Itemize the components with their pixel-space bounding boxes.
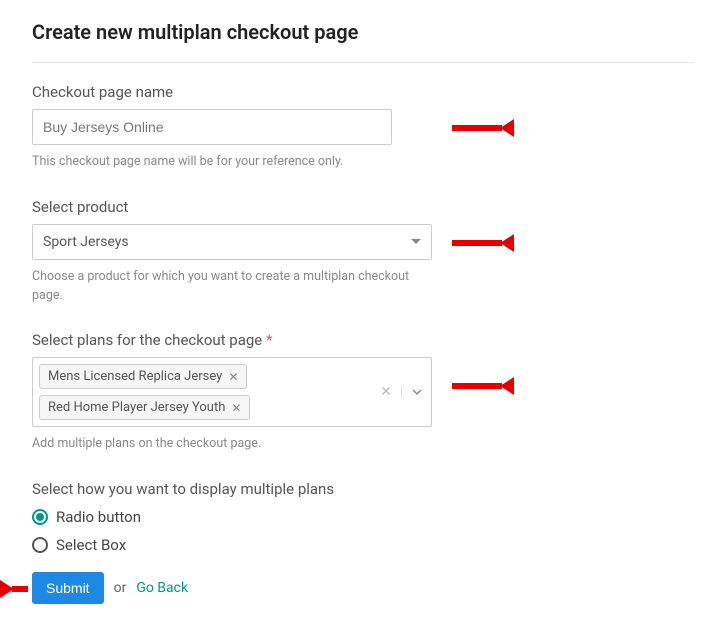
remove-plan-icon[interactable]: ✕ <box>231 402 241 414</box>
plans-label: Select plans for the checkout page * <box>32 331 694 349</box>
remove-plan-icon[interactable]: ✕ <box>228 371 238 383</box>
field-display-mode: Select how you want to display multiple … <box>32 480 694 554</box>
checkout-name-input[interactable] <box>32 109 392 145</box>
arrow-annotation-icon <box>12 586 28 592</box>
divider <box>32 62 694 63</box>
radio-option-label: Select Box <box>56 536 126 554</box>
product-selected-value: Sport Jerseys <box>43 234 129 250</box>
plan-chip-label: Red Home Player Jersey Youth <box>48 400 225 415</box>
plans-dropdown-toggle[interactable] <box>401 386 431 398</box>
radio-icon <box>32 509 48 525</box>
required-asterisk: * <box>266 331 272 349</box>
chevron-down-icon <box>411 386 423 398</box>
arrow-annotation-icon <box>452 240 502 246</box>
arrow-annotation-icon <box>452 125 502 131</box>
radio-option-label: Radio button <box>56 508 141 526</box>
product-label: Select product <box>32 198 694 216</box>
plan-chip-label: Mens Licensed Replica Jersey <box>48 369 222 384</box>
checkout-name-label: Checkout page name <box>32 83 694 101</box>
field-select-plans: Select plans for the checkout page * Men… <box>32 331 694 454</box>
page-title: Create new multiplan checkout page <box>32 20 694 44</box>
plan-chip: Mens Licensed Replica Jersey ✕ <box>39 364 247 389</box>
field-select-product: Select product Sport Jerseys Choose a pr… <box>32 198 694 306</box>
product-helper: Choose a product for which you want to c… <box>32 268 432 306</box>
radio-icon <box>32 537 48 553</box>
chevron-down-icon <box>411 239 421 244</box>
product-select[interactable]: Sport Jerseys <box>32 224 432 260</box>
arrow-annotation-icon <box>452 383 502 389</box>
plans-chips: Mens Licensed Replica Jersey ✕ Red Home … <box>33 358 371 426</box>
field-checkout-name: Checkout page name This checkout page na… <box>32 83 694 172</box>
plans-multiselect[interactable]: Mens Licensed Replica Jersey ✕ Red Home … <box>32 357 432 427</box>
plan-chip: Red Home Player Jersey Youth ✕ <box>39 395 250 420</box>
display-label: Select how you want to display multiple … <box>32 480 694 498</box>
radio-option-select-box[interactable]: Select Box <box>32 536 694 554</box>
radio-option-radio-button[interactable]: Radio button <box>32 508 694 526</box>
or-text: or <box>114 580 127 596</box>
clear-all-plans-icon[interactable]: ✕ <box>371 384 401 400</box>
checkout-name-helper: This checkout page name will be for your… <box>32 153 432 172</box>
go-back-link[interactable]: Go Back <box>136 580 188 596</box>
plans-helper: Add multiple plans on the checkout page. <box>32 435 432 454</box>
